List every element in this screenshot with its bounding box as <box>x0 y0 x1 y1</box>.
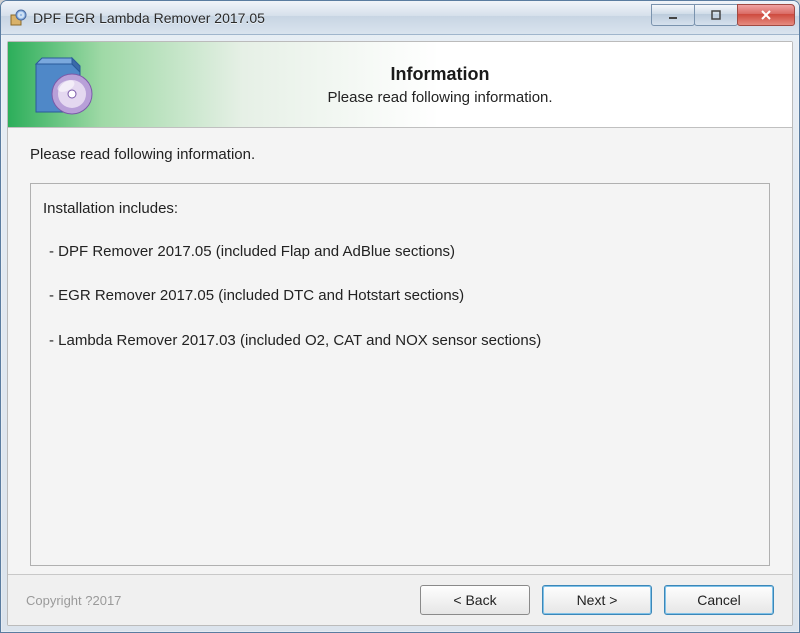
client-area: Information Please read following inform… <box>7 41 793 626</box>
lead-text: Please read following information. <box>30 146 770 163</box>
wizard-window: DPF EGR Lambda Remover 2017.05 <box>0 0 800 633</box>
maximize-button[interactable] <box>694 4 738 26</box>
window-controls <box>652 4 795 26</box>
box-cd-icon <box>28 50 100 120</box>
next-button[interactable]: Next > <box>542 585 652 615</box>
close-icon <box>759 8 773 22</box>
footer: Copyright ?2017 < Back Next > Cancel <box>8 574 792 625</box>
maximize-icon <box>710 9 722 21</box>
minimize-button[interactable] <box>651 4 695 26</box>
info-item: - EGR Remover 2017.05 (included DTC and … <box>49 285 757 308</box>
app-icon <box>9 9 27 27</box>
info-box: Installation includes: - DPF Remover 201… <box>30 183 770 566</box>
page-subtitle: Please read following information. <box>108 89 772 106</box>
close-button[interactable] <box>737 4 795 26</box>
titlebar: DPF EGR Lambda Remover 2017.05 <box>1 1 799 35</box>
body-panel: Please read following information. Insta… <box>8 128 792 574</box>
back-button[interactable]: < Back <box>420 585 530 615</box>
window-title: DPF EGR Lambda Remover 2017.05 <box>33 10 652 26</box>
copyright-text: Copyright ?2017 <box>26 593 121 608</box>
cancel-button[interactable]: Cancel <box>664 585 774 615</box>
header-panel: Information Please read following inform… <box>8 42 792 128</box>
page-title: Information <box>108 64 772 85</box>
minimize-icon <box>667 9 679 21</box>
info-item: - Lambda Remover 2017.03 (included O2, C… <box>49 330 757 353</box>
info-heading: Installation includes: <box>43 198 757 221</box>
info-item: - DPF Remover 2017.05 (included Flap and… <box>49 241 757 264</box>
